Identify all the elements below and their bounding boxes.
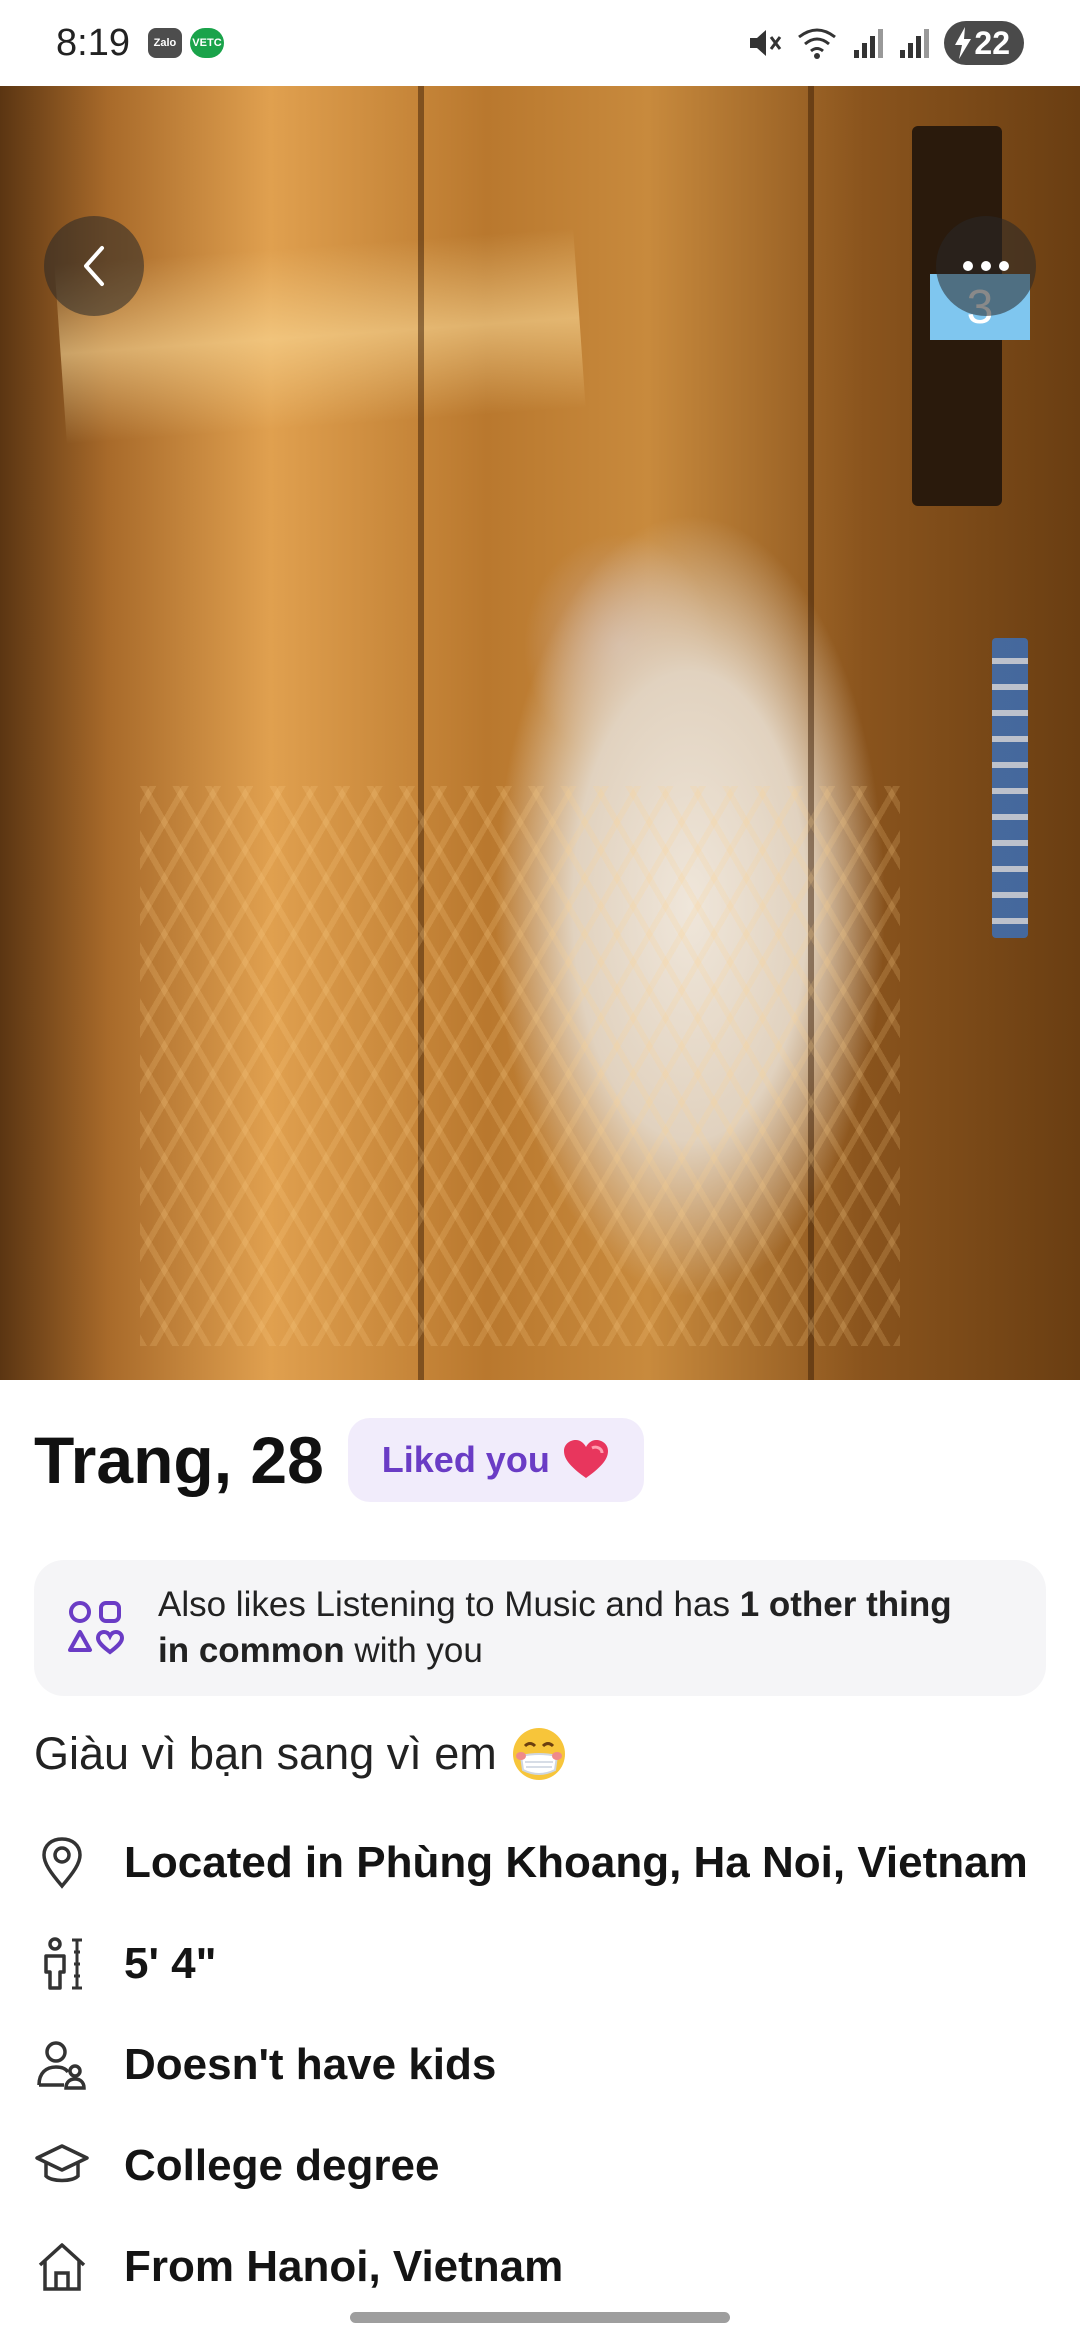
battery-indicator: 22 [944,21,1024,65]
smiling-mask-emoji-icon [512,1728,565,1780]
liked-you-badge: Liked you [347,1418,644,1502]
height-icon [34,1936,90,1992]
back-button[interactable] [44,216,144,316]
name-row: Trang, 28 Liked you [34,1418,644,1502]
kids-icon [34,2037,90,2093]
shapes-icon [68,1601,124,1655]
wall-pattern [140,786,900,1346]
more-options-button[interactable] [936,216,1036,316]
battery-level: 22 [974,24,1010,61]
home-indicator[interactable] [350,2312,730,2323]
detail-height: 5' 4" [34,1913,1054,2014]
signal-icon-2 [900,29,930,58]
bio-text: Giàu vì bạn sang vì em [34,1728,497,1779]
chevron-left-icon [84,246,104,286]
status-icons: 22 [746,21,1024,65]
graduation-cap-icon [34,2138,90,2194]
vetc-notification-icon: VETC [189,28,224,58]
detail-kids: Doesn't have kids [34,2014,1054,2115]
liked-you-label: Liked you [381,1439,550,1480]
wifi-icon [798,28,837,59]
home-icon [34,2239,90,2295]
detail-kids-text: Doesn't have kids [124,2039,497,2089]
elevator-buttons [992,638,1028,938]
profile-photo[interactable]: 3 [0,86,1080,1380]
common-bold-phrase: in common [158,1631,345,1670]
status-time: 8:19 [56,21,130,64]
signal-icon [854,29,884,58]
more-dots-icon [963,261,1009,271]
common-interests-card[interactable]: Also likes Listening to Music and has 1 … [34,1560,1046,1696]
detail-education: College degree [34,2115,1054,2216]
zalo-notification-icon: Zalo [147,28,182,58]
location-pin-icon [34,1835,90,1891]
detail-height-text: 5' 4" [124,1938,217,1988]
common-prefix: Also likes Listening to Music and has [158,1585,740,1624]
detail-hometown-text: From Hanoi, Vietnam [124,2241,564,2291]
detail-location-text: Located in Phùng Khoang, Ha Noi, Vietnam [124,1837,1028,1887]
detail-location: Located in Phùng Khoang, Ha Noi, Vietnam [34,1812,1054,1913]
mute-icon [750,30,782,56]
detail-hometown: From Hanoi, Vietnam [34,2216,1054,2317]
common-bold-count: 1 other thing [739,1585,952,1624]
detail-education-text: College degree [124,2140,440,2190]
profile-bio: Giàu vì bạn sang vì em [34,1726,567,1782]
profile-name-age: Trang, 28 [34,1423,324,1497]
common-suffix: with you [344,1631,483,1670]
heart-icon [563,1440,608,1478]
charging-icon [955,27,972,59]
profile-details-list: Located in Phùng Khoang, Ha Noi, Vietnam… [34,1812,1054,2317]
common-interests-text: Also likes Listening to Music and has 1 … [158,1582,952,1674]
status-bar: 8:19 Zalo VETC 22 [0,0,1080,86]
